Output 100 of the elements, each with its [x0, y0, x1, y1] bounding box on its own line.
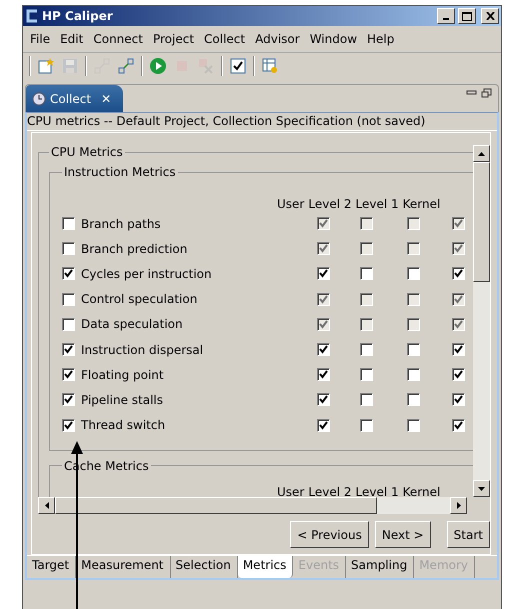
level-checkbox[interactable] [406, 368, 420, 382]
menu-item[interactable]: Edit [55, 32, 88, 46]
metric-label: Branch paths [81, 216, 162, 231]
menu-item[interactable]: Connect [88, 32, 148, 46]
level-checkbox[interactable] [316, 343, 330, 356]
level-checkbox[interactable] [452, 343, 464, 356]
start-button[interactable]: Start [446, 521, 490, 548]
level-checkbox[interactable] [316, 242, 330, 256]
view-tab[interactable]: Collect ✕ [26, 85, 123, 112]
level-checkbox[interactable] [406, 242, 420, 256]
level-checkbox[interactable] [406, 343, 420, 356]
maximize-button[interactable] [458, 8, 476, 24]
level-checkbox[interactable] [360, 368, 373, 382]
column-header: User [277, 197, 304, 211]
close-icon [486, 12, 494, 20]
editor-header: CPU metrics -- Default Project, Collection Specification (not saved) [27, 113, 497, 131]
maximize-icon [462, 12, 472, 20]
metric-label: Data speculation [81, 317, 184, 332]
down-arrow-icon [478, 486, 485, 490]
menu-item[interactable]: Window [304, 32, 362, 46]
menu-item[interactable]: Project [148, 32, 200, 46]
minimize-maximize-icon[interactable] [466, 88, 492, 98]
metric-checkbox[interactable] [62, 418, 75, 432]
level-checkbox[interactable] [316, 217, 330, 230]
clock-icon [32, 92, 46, 106]
level-checkbox[interactable] [406, 318, 420, 331]
scrollbar-thumb[interactable] [55, 497, 377, 514]
level-checkbox[interactable] [452, 217, 464, 230]
column-header: Level 1 [355, 484, 399, 497]
menu-item[interactable]: File [25, 32, 56, 46]
level-checkbox[interactable] [360, 217, 373, 230]
level-checkbox[interactable] [452, 368, 464, 382]
metric-label: Control speculation [81, 292, 198, 306]
close-button[interactable] [481, 8, 499, 24]
wizard-button[interactable]: < Previous [290, 521, 369, 548]
level-checkbox[interactable] [316, 292, 330, 306]
level-checkbox[interactable] [316, 267, 330, 280]
level-checkbox[interactable] [452, 393, 464, 406]
metric-checkbox[interactable] [62, 318, 75, 331]
window-title: HP Caliper [42, 9, 114, 23]
scrollbar-thumb[interactable] [473, 162, 490, 282]
level-checkbox[interactable] [360, 393, 373, 406]
metric-checkbox[interactable] [62, 393, 75, 406]
metric-label: Instruction dispersal [81, 342, 204, 357]
level-checkbox[interactable] [452, 267, 464, 280]
new-file-icon[interactable] [37, 57, 55, 75]
level-checkbox[interactable] [360, 343, 373, 356]
metric-checkbox[interactable] [62, 368, 75, 382]
column-header: Level 2 [308, 484, 352, 497]
app-logo-icon [25, 9, 39, 23]
level-checkbox[interactable] [406, 217, 420, 230]
metric-checkbox[interactable] [62, 267, 75, 280]
scroll-up-button[interactable] [473, 145, 490, 162]
scroll-down-button[interactable] [473, 480, 490, 497]
level-checkbox[interactable] [452, 292, 464, 306]
metric-checkbox[interactable] [62, 292, 75, 306]
level-checkbox[interactable] [406, 393, 420, 406]
level-checkbox[interactable] [452, 242, 464, 256]
page-tab[interactable]: Sampling [346, 556, 414, 578]
play-icon[interactable] [149, 57, 167, 75]
close-tab-button[interactable]: ✕ [101, 92, 112, 106]
level-checkbox[interactable] [452, 318, 464, 331]
page-tab[interactable]: Target [27, 556, 76, 578]
column-header: Level 1 [355, 197, 399, 211]
table-icon[interactable] [261, 57, 279, 75]
level-checkbox[interactable] [406, 267, 420, 280]
connection-icon[interactable] [117, 57, 135, 75]
level-checkbox[interactable] [316, 318, 330, 331]
level-checkbox[interactable] [316, 368, 330, 382]
metric-checkbox[interactable] [62, 343, 75, 356]
level-checkbox[interactable] [316, 418, 330, 432]
minimize-button[interactable] [437, 8, 455, 24]
level-checkbox[interactable] [360, 267, 373, 280]
vertical-scrollbar[interactable] [473, 145, 490, 497]
level-checkbox[interactable] [452, 418, 464, 432]
level-checkbox[interactable] [360, 242, 373, 256]
metric-checkbox[interactable] [62, 242, 75, 256]
horizontal-scrollbar[interactable] [38, 497, 467, 514]
wizard-button[interactable]: Next > [374, 521, 431, 548]
metric-label: Floating point [81, 368, 165, 382]
group-title: CPU Metrics [50, 145, 124, 159]
page-tab[interactable]: Measurement [76, 556, 171, 578]
level-checkbox[interactable] [406, 418, 420, 432]
menu-item[interactable]: Advisor [250, 32, 305, 46]
menu-item[interactable]: Collect [199, 32, 250, 46]
page-tab[interactable]: Metrics [238, 556, 294, 578]
group-title: Instruction Metrics [63, 165, 177, 179]
left-arrow-icon [44, 502, 48, 509]
menu-item[interactable]: Help [362, 32, 400, 46]
column-header: Level 2 [308, 197, 352, 211]
level-checkbox[interactable] [360, 418, 373, 432]
level-checkbox[interactable] [316, 393, 330, 406]
scroll-right-button[interactable] [450, 497, 467, 514]
level-checkbox[interactable] [406, 292, 420, 306]
level-checkbox[interactable] [360, 292, 373, 306]
checkbox-icon[interactable] [229, 57, 247, 75]
column-header: Kernel [402, 197, 440, 211]
metric-checkbox[interactable] [62, 217, 75, 230]
level-checkbox[interactable] [360, 318, 373, 331]
scroll-left-button[interactable] [38, 497, 55, 514]
